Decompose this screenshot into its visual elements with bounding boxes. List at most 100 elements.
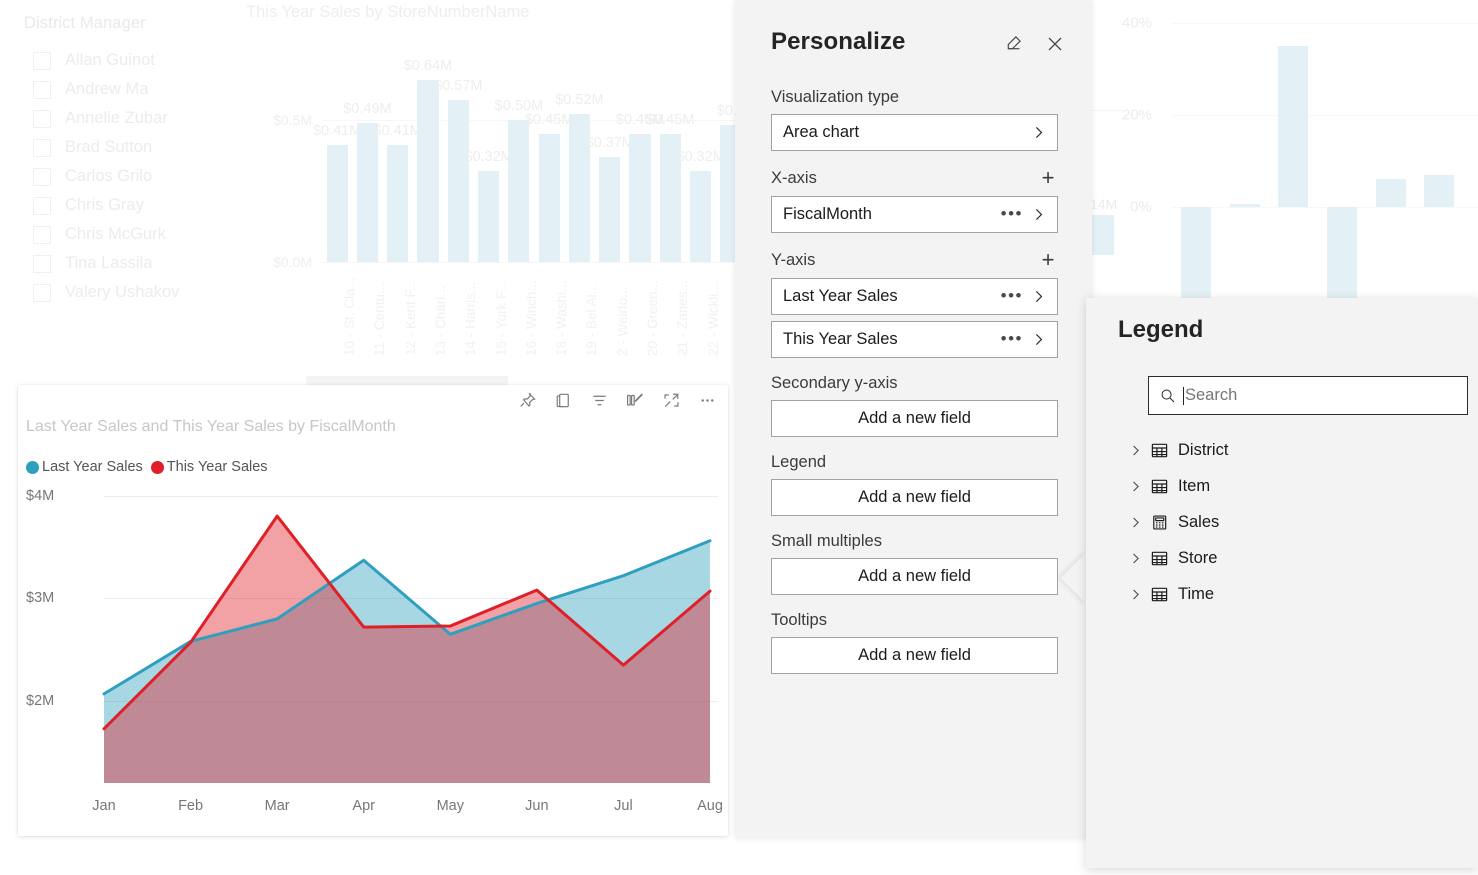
slicer-checkbox[interactable] <box>33 109 51 128</box>
chevron-right-icon[interactable] <box>1124 515 1146 530</box>
field-label: Area chart <box>783 123 860 141</box>
field-tree-item-store[interactable]: Store <box>1124 540 1464 576</box>
focus-mode-icon[interactable] <box>660 389 682 411</box>
slicer-checkbox[interactable] <box>33 80 51 99</box>
field-more-options-icon[interactable]: ••• <box>1001 287 1023 304</box>
personalize-pane[interactable]: Personalize Visualization type Area chart… <box>735 0 1092 838</box>
slicer-item-1[interactable]: Andrew Ma <box>24 75 254 104</box>
table-icon <box>1146 549 1172 568</box>
slicer-item-5[interactable]: Chris Gray <box>24 191 254 220</box>
add-field-plus-icon[interactable]: + <box>1038 167 1058 189</box>
slicer-checkbox[interactable] <box>33 138 51 157</box>
bar-category-label: 12 - Kent F... <box>402 279 418 356</box>
slicer-checkbox[interactable] <box>33 254 51 273</box>
bar-column[interactable] <box>417 79 439 262</box>
slicer-checkbox[interactable] <box>33 283 51 302</box>
percent-bar-chart[interactable]: 40% 20% 0% <box>1108 0 1478 332</box>
field-well-item[interactable]: Last Year Sales ••• <box>771 278 1058 315</box>
more-options-icon[interactable] <box>696 389 718 411</box>
personalize-section-x-axis: X-axis + FiscalMonth ••• <box>771 167 1058 233</box>
add-new-field-button[interactable]: Add a new field <box>771 558 1058 595</box>
field-well-item[interactable]: This Year Sales ••• <box>771 321 1058 358</box>
legend-item-label: This Year Sales <box>166 459 268 475</box>
district-manager-slicer[interactable]: District Manager Allan Guinot Andrew Ma An… <box>24 14 254 307</box>
bar-column[interactable] <box>326 145 348 262</box>
add-new-field-button[interactable]: Add a new field <box>771 637 1058 674</box>
slicer-item-7[interactable]: Tina Lassila <box>24 249 254 278</box>
chevron-right-icon[interactable] <box>1030 331 1047 348</box>
chevron-right-icon[interactable] <box>1124 479 1146 494</box>
slicer-item-label: Chris Gray <box>65 196 144 214</box>
percent-bar[interactable] <box>1278 46 1309 207</box>
bar-data-label: $0.41M <box>312 123 362 140</box>
chevron-right-icon[interactable] <box>1030 206 1047 223</box>
bar-column[interactable] <box>689 170 712 262</box>
visual-header-toolbar[interactable] <box>516 389 718 411</box>
slicer-item-label: Valery Ushakov <box>65 283 180 301</box>
slicer-item-6[interactable]: Chris McGurk <box>24 220 254 249</box>
bar-column[interactable] <box>508 119 530 262</box>
legend-item-1[interactable]: This Year Sales <box>150 459 268 475</box>
field-tree-item-time[interactable]: Time <box>1124 576 1464 612</box>
bar-column[interactable] <box>629 133 651 262</box>
field-tree-item-label: Sales <box>1178 512 1220 531</box>
filter-icon[interactable] <box>588 389 610 411</box>
add-field-plus-icon[interactable]: + <box>1038 249 1058 271</box>
add-new-field-button[interactable]: Add a new field <box>771 400 1058 437</box>
percent-bar[interactable] <box>1424 174 1455 207</box>
field-tree[interactable]: District Item Sales Store Time <box>1124 432 1464 612</box>
area-chart-visual-card[interactable]: Last Year Sales and This Year Sales by F… <box>18 385 728 836</box>
field-well-item[interactable]: FiscalMonth ••• <box>771 196 1058 233</box>
add-new-field-button[interactable]: Add a new field <box>771 479 1058 516</box>
slicer-checkbox[interactable] <box>33 196 51 215</box>
field-tree-item-sales[interactable]: Sales <box>1124 504 1464 540</box>
chevron-right-icon[interactable] <box>1124 443 1146 458</box>
legend-item-0[interactable]: Last Year Sales <box>26 459 143 475</box>
bar-chart-scrollbar[interactable] <box>306 376 508 385</box>
pct-ytick-20: 20% <box>1122 106 1153 124</box>
bar-column[interactable] <box>477 170 500 262</box>
field-tree-item-item[interactable]: Item <box>1124 468 1464 504</box>
copy-icon[interactable] <box>552 389 574 411</box>
search-input[interactable]: Search <box>1148 376 1468 415</box>
this-year-sales-bar-chart[interactable]: $0.5M $0.0M $0.41M $0.49M $0.41M $0.64M $0.5… <box>246 40 751 385</box>
bar-column[interactable] <box>387 145 409 262</box>
personalize-visual-icon[interactable] <box>624 389 646 411</box>
personalize-section-y-axis: Y-axis + Last Year Sales ••• This Year Sales… <box>771 249 1058 358</box>
percent-bar[interactable] <box>1375 179 1406 207</box>
area-chart-plot[interactable]: $2M $3M $4M Jan Feb Mar Apr May Jun Jul Aug <box>18 485 728 836</box>
close-icon[interactable] <box>1042 31 1068 57</box>
chevron-right-icon[interactable] <box>1124 551 1146 566</box>
slicer-item-label: Allan Guinot <box>65 51 155 69</box>
slicer-item-8[interactable]: Valery Ushakov <box>24 278 254 307</box>
field-more-options-icon[interactable]: ••• <box>1001 330 1023 347</box>
reset-icon[interactable] <box>1000 31 1026 57</box>
bar-category-label: 14 - Harris... <box>463 281 479 356</box>
chart-legend[interactable]: Last Year Sales This Year Sales <box>26 459 268 475</box>
slicer-item-3[interactable]: Brad Sutton <box>24 133 254 162</box>
slicer-item-0[interactable]: Allan Guinot <box>24 46 254 75</box>
personalize-section-legend: Legend Add a new field <box>771 453 1058 516</box>
bar-category-label: 20 - Green... <box>645 280 660 356</box>
field-more-options-icon[interactable]: ••• <box>1001 205 1023 222</box>
slicer-checkbox[interactable] <box>33 167 51 186</box>
slicer-checkbox[interactable] <box>33 225 51 244</box>
plot-xtick-label: Apr <box>352 798 375 814</box>
slicer-checkbox[interactable] <box>33 51 51 70</box>
legend-field-flyout[interactable]: Legend Search District Item Sales Store Time <box>1086 298 1478 868</box>
field-well-item[interactable]: Area chart <box>771 114 1058 151</box>
chevron-right-icon[interactable] <box>1124 587 1146 602</box>
chevron-right-icon[interactable] <box>1030 288 1047 305</box>
slicer-item-2[interactable]: Annelie Zubar <box>24 104 254 133</box>
pin-icon[interactable] <box>516 389 538 411</box>
chevron-right-icon[interactable] <box>1030 124 1047 141</box>
bar-column[interactable] <box>538 133 560 262</box>
bar-column[interactable] <box>447 99 469 262</box>
percent-bar[interactable] <box>1229 204 1260 207</box>
field-label: Add a new field <box>858 409 971 427</box>
area-chart-series <box>102 514 712 783</box>
slicer-item-4[interactable]: Carlos Grilo <box>24 162 254 191</box>
bar-column[interactable] <box>599 156 621 262</box>
field-tree-item-district[interactable]: District <box>1124 432 1464 468</box>
bar-column[interactable] <box>356 122 379 262</box>
